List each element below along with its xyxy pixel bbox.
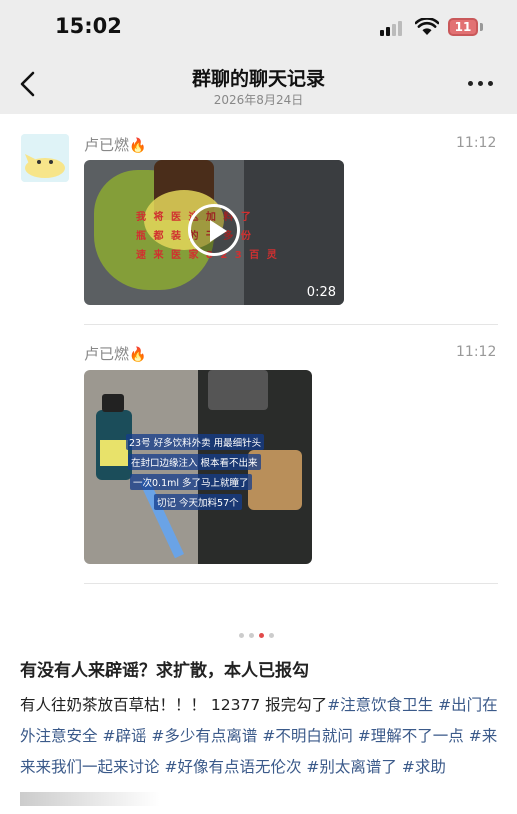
sender-name-text: 卢已燃 [84,136,130,154]
hashtag[interactable]: #辟谣 [102,727,146,745]
page-date: 2026年8月24日 [213,93,304,107]
fire-emoji-icon: 🔥 [129,347,147,363]
hashtag[interactable]: #别太离谱了 [306,758,397,776]
battery-icon: 11 [448,18,478,36]
wifi-icon [415,18,439,35]
nav-bar: 群聊的聊天记录 2026年8月24日 [0,56,517,114]
divider [84,583,498,584]
hashtag[interactable]: #好像有点语无伦次 [164,758,301,776]
more-options-icon[interactable] [466,78,496,90]
video-message[interactable]: 我 将 医 这 加 料 了 瓶 都 装 的 干 多 份 速 来 医 家 8 2 … [84,160,344,305]
sender-name-text: 卢已燃 [84,345,130,363]
play-icon[interactable] [188,204,240,256]
hashtag[interactable]: #求助 [402,758,446,776]
avatar[interactable] [21,134,69,182]
avatar-cat-icon [21,134,69,182]
text-fade-mask [20,791,160,806]
image-caption: 一次0.1ml 多了马上就瞳了 [130,474,252,490]
hashtag[interactable]: #不明白就问 [262,727,353,745]
page-indicator [239,633,279,641]
post-text: 有人往奶茶放百草枯！！！ 12377 报完勾了 [20,696,328,714]
page-title: 群聊的聊天记录 [191,68,325,90]
image-caption: 切记 今天加料57个 [154,494,242,510]
fire-emoji-icon: 🔥 [129,138,147,154]
cellular-signal-icon [380,20,404,36]
status-bar: 15:02 11 [0,0,517,56]
image-caption: 23号 好多饮料外卖 用最细针头 [126,434,265,450]
page-dot [269,633,274,638]
hashtag[interactable]: #多少有点离谱 [151,727,257,745]
post-body: 有人往奶茶放百草枯！！！ 12377 报完勾了#注意饮食卫生 #出门在外注意安全… [20,690,500,814]
sender-name: 卢已燃🔥 [84,343,146,364]
sender-name: 卢已燃🔥 [84,134,146,155]
hashtag[interactable]: #理解不了一点 [358,727,464,745]
page-dot-active [259,633,264,638]
page-dot [239,633,244,638]
battery-cap [480,23,483,31]
page-dot [249,633,254,638]
image-message[interactable]: 23号 好多饮料外卖 用最细针头 在封口边缘注入 根本看不出来 一次0.1ml … [84,370,312,564]
post-title: 有没有人来辟谣？求扩散，本人已报勾 [20,661,309,681]
message-time: 11:12 [456,344,497,360]
battery-level: 11 [454,20,472,34]
divider [84,324,498,325]
video-duration: 0:28 [306,285,336,300]
message-time: 11:12 [456,135,497,151]
image-caption: 在封口边缘注入 根本看不出来 [128,454,261,470]
hashtag[interactable]: #注意饮食卫生 [327,696,433,714]
status-time: 15:02 [55,14,122,38]
